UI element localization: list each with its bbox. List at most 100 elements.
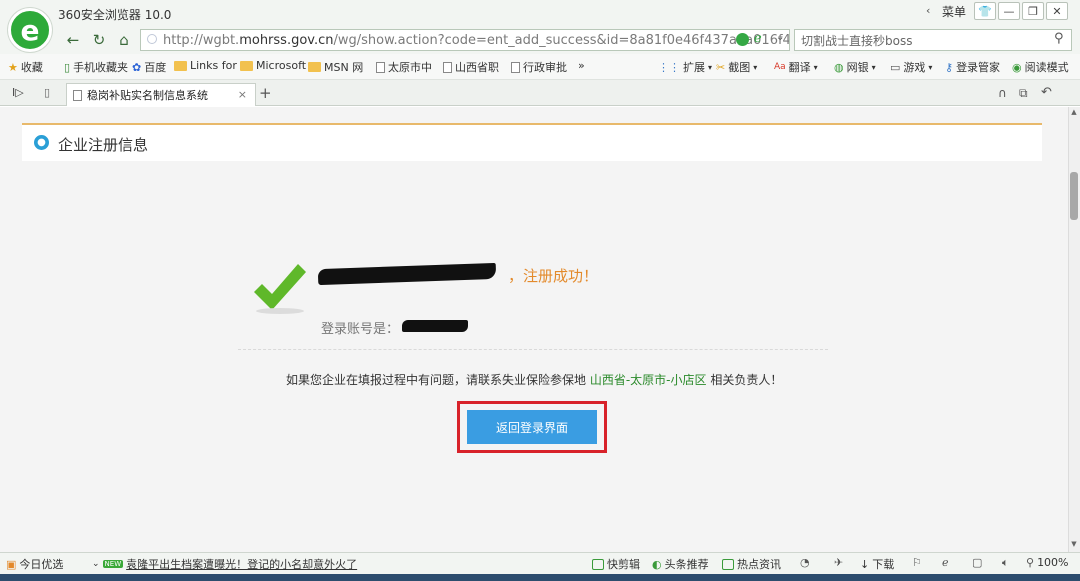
home-icon[interactable]: ⌂ xyxy=(113,30,135,50)
bookmark-mobile[interactable]: ▯ 手机收藏夹 xyxy=(64,59,128,75)
headphones-icon[interactable]: ∩ xyxy=(998,86,1007,100)
bookmark-taiyuan[interactable]: 太原市中 xyxy=(376,59,432,75)
os-taskbar xyxy=(0,574,1080,581)
bookmark-microsoft[interactable]: Microsoft xyxy=(240,59,306,72)
hot-news[interactable]: 热点资讯 xyxy=(722,556,781,572)
speed-icon[interactable]: ◔ xyxy=(800,556,810,569)
window-icon[interactable]: ▢ xyxy=(972,556,982,569)
folder-icon xyxy=(240,60,253,71)
chevron-left-icon[interactable]: ‹ xyxy=(926,4,930,17)
bookmark-shanxi[interactable]: 山西省职 xyxy=(443,59,499,75)
refresh-icon[interactable]: ↻ xyxy=(88,30,110,50)
translate-icon: Aa xyxy=(774,62,786,72)
toolbar-translate[interactable]: Aa 翻译 ▾ xyxy=(774,59,818,75)
bookmark-label: 太原市中 xyxy=(388,61,432,74)
account-label: 登录账号是： xyxy=(321,322,400,337)
news-headline[interactable]: 袁隆平出生档案遭曝光！登记的小名却意外火了 xyxy=(126,556,357,572)
star-icon: ★ xyxy=(8,60,18,74)
back-icon[interactable]: ← xyxy=(62,30,84,50)
bank-icon: ◍ xyxy=(834,60,844,74)
news-item[interactable]: ⌄ NEW 袁隆平出生档案遭曝光！登记的小名却意外火了 xyxy=(92,556,357,572)
flag-icon[interactable]: ⚐ xyxy=(912,556,922,569)
toolbar-login-manager[interactable]: ⚷ 登录管家 xyxy=(945,59,1000,75)
scrollbar-thumb[interactable] xyxy=(1070,172,1078,220)
success-message: ，注册成功！ xyxy=(508,267,599,285)
skin-icon[interactable]: 👕 xyxy=(974,2,996,20)
status-label: 热点资讯 xyxy=(737,558,781,571)
toolbar-label: 翻译 xyxy=(788,61,811,74)
minimize-button[interactable]: — xyxy=(998,2,1020,20)
today-picks[interactable]: ▣ 今日优选 xyxy=(6,556,63,572)
scroll-down-icon[interactable]: ▼ xyxy=(1068,540,1080,550)
bookmark-label: 手机收藏夹 xyxy=(73,61,129,74)
globe-icon xyxy=(147,34,157,44)
restore-button[interactable]: ❐ xyxy=(1022,2,1044,20)
volume-icon[interactable]: 🔈︎ xyxy=(1002,556,1009,570)
bookmark-label: Links for xyxy=(190,59,237,72)
tab-active[interactable]: 稳岗补贴实名制信息系统 × xyxy=(66,83,256,106)
headline-recommend[interactable]: ◐ 头条推荐 xyxy=(652,556,709,572)
chevron-down-icon: ▾ xyxy=(871,62,876,72)
folder-icon xyxy=(174,60,187,71)
bookmarks-more-button[interactable]: » xyxy=(578,59,585,72)
pin-icon[interactable]: ✈ xyxy=(834,556,843,569)
windows-icon[interactable]: ⧉ xyxy=(1019,86,1028,101)
quick-clip[interactable]: 快剪辑 xyxy=(592,556,640,572)
toolbar-label: 扩展 xyxy=(683,61,705,74)
app-title: 360安全浏览器 10.0 xyxy=(58,8,172,22)
grid-icon: ⋮⋮ xyxy=(658,60,680,74)
download-icon: ↓ xyxy=(860,557,870,571)
toolbar-reading-mode[interactable]: ◉ 阅读模式 xyxy=(1012,59,1069,75)
toolbar-label: 网银 xyxy=(846,61,869,74)
security-shield-icon[interactable] xyxy=(736,33,749,46)
url-domain: mohrss.gov.cn xyxy=(239,32,334,48)
tab-title: 稳岗补贴实名制信息系统 xyxy=(87,89,208,102)
play-icon xyxy=(592,558,604,570)
bookmark-msn[interactable]: MSN 网 xyxy=(308,59,363,75)
bookmark-links[interactable]: Links for xyxy=(174,59,237,72)
gift-icon: ▣ xyxy=(6,557,17,571)
speed-mode-icon[interactable]: ℯ xyxy=(754,31,762,46)
url-path: /wg/show.action?code=ent_add_success&id=… xyxy=(333,32,790,48)
status-label: 下载 xyxy=(872,558,895,571)
dropdown-icon[interactable]: ⌄ xyxy=(776,32,784,43)
phone-icon: ▯ xyxy=(64,60,71,74)
close-tab-icon[interactable]: × xyxy=(238,88,247,101)
browser-logo-icon: e xyxy=(8,8,52,52)
tab-list-icon[interactable]: ▯ xyxy=(44,86,50,99)
zoom-icon: ⚲ xyxy=(1026,556,1035,569)
bookmark-label: 行政审批 xyxy=(523,61,567,74)
gamepad-icon: ▭ xyxy=(890,60,901,74)
close-button[interactable]: ✕ xyxy=(1046,2,1068,20)
download-button[interactable]: ↓ 下载 xyxy=(860,556,894,572)
toolbar-extensions[interactable]: ⋮⋮ 扩展 ▾ xyxy=(658,59,712,75)
new-tab-button[interactable]: + xyxy=(259,84,272,102)
toolbar-label: 截图 xyxy=(728,61,751,74)
folder-icon xyxy=(308,62,321,72)
status-label: 快剪辑 xyxy=(607,558,640,571)
sidebar-toggle-icon[interactable]: I▷ xyxy=(12,86,24,99)
return-to-login-button[interactable]: 返回登录界面 xyxy=(467,410,597,444)
undo-icon[interactable]: ↶ xyxy=(1041,85,1052,100)
search-icon[interactable]: ⚲ xyxy=(1054,31,1064,46)
toolbar-screenshot[interactable]: ✂ 截图 ▾ xyxy=(716,59,757,75)
status-label: 今日优选 xyxy=(19,558,64,571)
bookmark-baidu[interactable]: ✿ 百度 xyxy=(132,59,166,75)
zoom-level[interactable]: ⚲ 100% xyxy=(1026,556,1069,569)
toolbar-bank[interactable]: ◍ 网银 ▾ xyxy=(834,59,876,75)
bookmark-label: MSN 网 xyxy=(324,61,364,74)
search-input[interactable]: 切割战士直接秒boss xyxy=(794,29,1072,51)
chevron-down-icon: ▾ xyxy=(708,62,713,72)
bookmark-approval[interactable]: 行政审批 xyxy=(511,59,567,75)
bookmark-favorites[interactable]: ★ 收藏 xyxy=(8,59,43,75)
ie-icon[interactable]: ℯ xyxy=(942,556,949,569)
toolbar-label: 游戏 xyxy=(903,61,926,74)
menu-button[interactable]: 菜单 xyxy=(942,3,966,20)
paw-icon: ✿ xyxy=(132,60,142,74)
bookmark-label: Microsoft xyxy=(256,59,307,72)
section-title: 企业注册信息 xyxy=(58,136,149,154)
scroll-up-icon[interactable]: ▲ xyxy=(1068,108,1080,118)
headline-icon: ◐ xyxy=(652,557,662,571)
toolbar-games[interactable]: ▭ 游戏 ▾ xyxy=(890,59,932,75)
url-input[interactable]: http://wgbt. mohrss.gov.cn/wg/show.action… xyxy=(140,29,790,51)
